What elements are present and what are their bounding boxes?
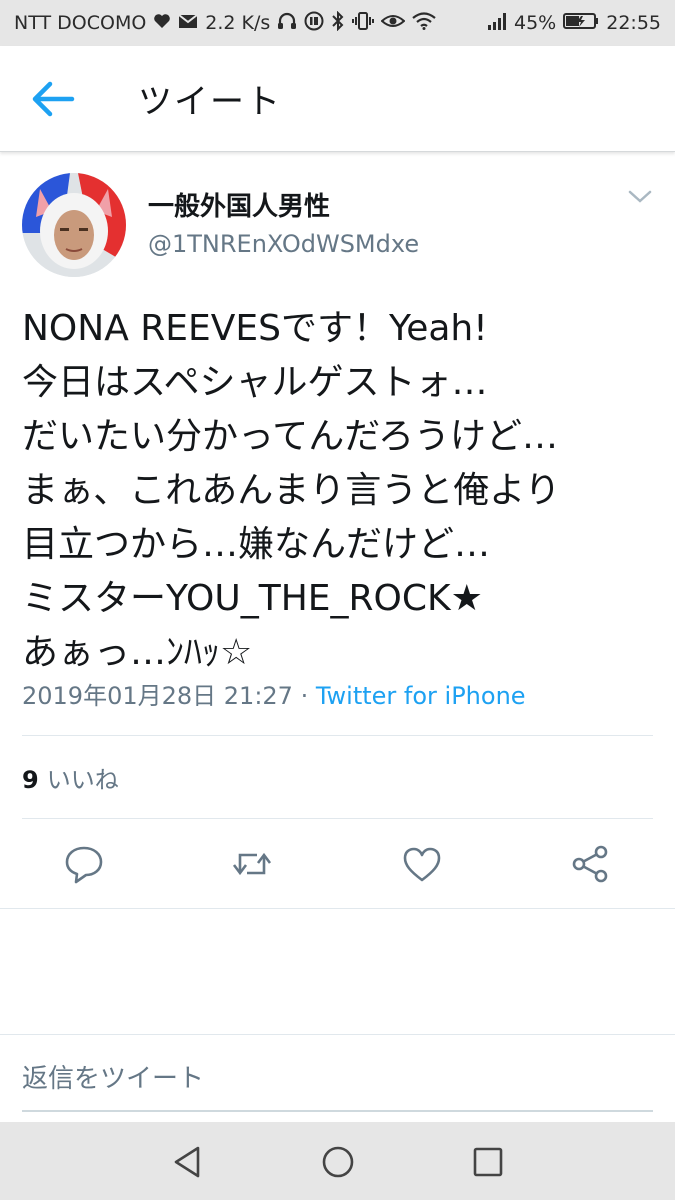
share-icon (568, 845, 612, 890)
status-right: 45% 22:55 (487, 12, 661, 34)
network-speed: 2.2 K/s (205, 12, 271, 34)
clock: 22:55 (606, 12, 661, 34)
page-title: ツイート (138, 82, 282, 122)
divider (22, 818, 653, 819)
meta-separator: · (292, 682, 316, 710)
like-button[interactable] (400, 842, 444, 886)
tweet-line: ミスターYOU_THE_ROCK★ (22, 578, 483, 619)
tweet-line: NONA REEVESです！Yeah! (22, 308, 488, 349)
reply-icon (62, 846, 106, 890)
carrier-label: NTT DOCOMO (14, 12, 147, 34)
divider (22, 735, 653, 736)
avatar-image (22, 173, 126, 277)
nav-recents-button[interactable] (468, 1142, 508, 1182)
back-triangle-icon (168, 1146, 208, 1186)
reply-button[interactable] (62, 842, 106, 886)
reply-placeholder: 返信をツイート (22, 1064, 205, 1094)
tweet-line: あぁっ…ﾝﾊｯ☆ (22, 632, 253, 673)
app-bar: ツイート (0, 46, 675, 152)
mail-icon (178, 13, 198, 33)
arrow-left-icon (30, 81, 76, 126)
nav-back-button[interactable] (168, 1142, 208, 1182)
wifi-icon (412, 12, 437, 34)
tweet-menu-button[interactable] (626, 186, 658, 212)
chevron-down-icon (626, 190, 654, 210)
tweet-meta: 2019年01月28日 21:27 · Twitter for iPhone (22, 676, 526, 711)
tweet-source-link[interactable]: Twitter for iPhone (316, 682, 526, 710)
like-icon (400, 847, 444, 890)
recents-square-icon (468, 1147, 508, 1186)
status-left: NTT DOCOMO 2.2 K/s (14, 10, 437, 35)
headphones-icon (277, 12, 297, 34)
tweet-timestamp: 2019年01月28日 21:27 (22, 682, 293, 710)
battery-icon (563, 12, 599, 34)
tweet-line: だいたい分かってんだろうけど… (22, 416, 559, 457)
tweet-text: NONA REEVESです！Yeah! 今日はスペシャルゲストォ… だいたい分か… (22, 302, 662, 680)
bluetooth-icon (331, 10, 345, 35)
vibrate-icon (352, 11, 375, 35)
heart-icon (153, 13, 171, 33)
nav-home-button[interactable] (318, 1142, 358, 1182)
eye-icon (380, 12, 406, 34)
status-bar: NTT DOCOMO 2.2 K/s 45% 22:55 (0, 0, 675, 46)
signal-icon (487, 12, 507, 34)
likes-count: 9 (22, 766, 39, 794)
avatar[interactable] (22, 173, 126, 277)
battery-percent: 45% (514, 12, 557, 34)
likes-row[interactable]: 9 いいね (22, 760, 119, 795)
divider (0, 908, 675, 909)
volte-icon (304, 11, 324, 35)
tweet-header: 一般外国人男性 @1TNREnXOdWSMdxe (0, 160, 675, 280)
reply-underline (22, 1110, 653, 1112)
tweet-line: 目立つから…嫌なんだけど… (22, 524, 491, 565)
tweet-line: 今日はスペシャルゲストォ… (22, 362, 488, 403)
tweet-line: まぁ、これあんまり言うと俺より (22, 470, 561, 511)
likes-label: いいね (46, 766, 119, 794)
retweet-button[interactable] (230, 842, 274, 886)
back-button[interactable] (30, 76, 90, 122)
share-button[interactable] (568, 842, 612, 886)
author-name[interactable]: 一般外国人男性 (148, 186, 330, 223)
divider (0, 1034, 675, 1035)
home-circle-icon (318, 1146, 358, 1186)
retweet-icon (230, 852, 274, 890)
author-handle[interactable]: @1TNREnXOdWSMdxe (148, 230, 419, 258)
system-nav-bar (0, 1122, 675, 1200)
reply-input[interactable]: 返信をツイート (22, 1058, 653, 1110)
